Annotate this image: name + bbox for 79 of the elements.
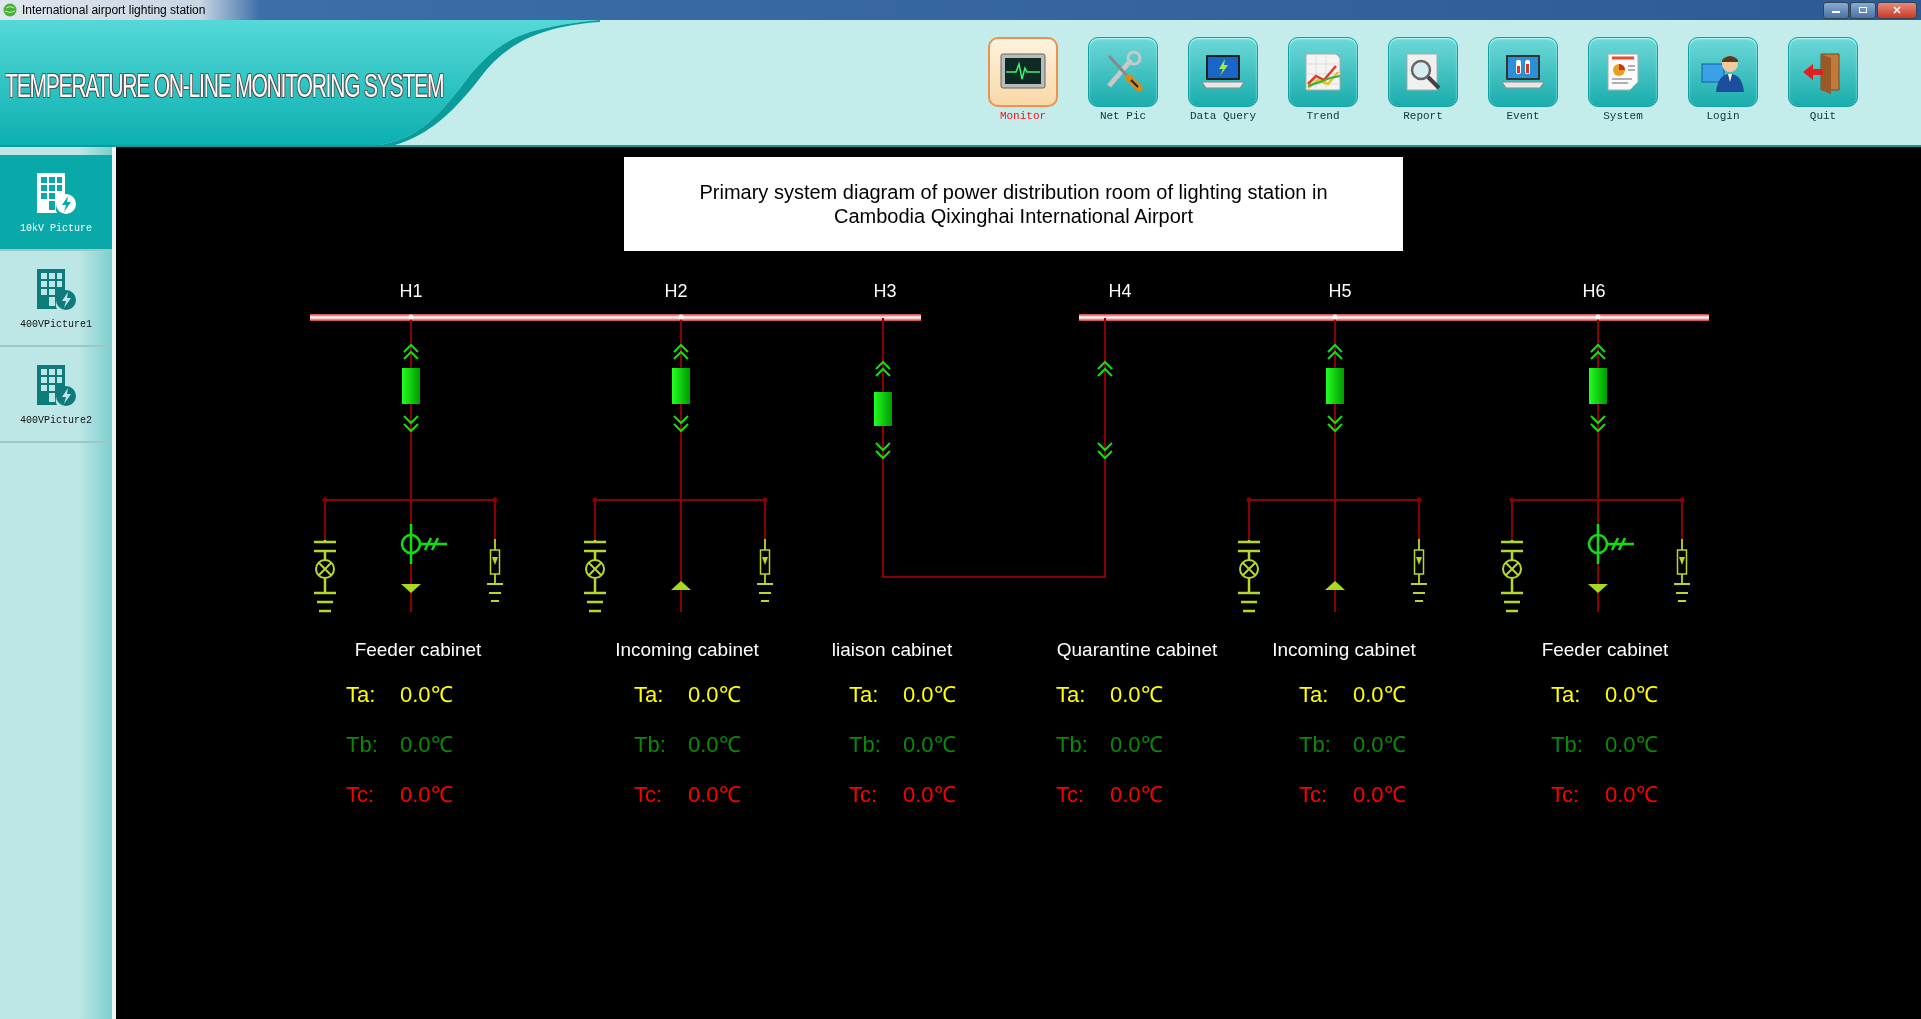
toolbar-label: System bbox=[1603, 110, 1643, 122]
bay-label: H1 bbox=[399, 281, 423, 301]
temperature-value: 0.0℃ bbox=[1110, 732, 1163, 757]
cabinet-name: Feeder cabinet bbox=[354, 639, 482, 660]
temperature-value: 0.0℃ bbox=[1605, 732, 1658, 757]
maximize-icon bbox=[1858, 6, 1868, 14]
building-bolt-icon bbox=[35, 362, 77, 407]
temperature-value: 0.0℃ bbox=[1605, 682, 1658, 707]
phase-label: Tc: bbox=[346, 782, 375, 807]
phase-label: Tb: bbox=[1056, 732, 1088, 757]
toolbar-label: Net Pic bbox=[1099, 110, 1147, 122]
building-bolt-icon bbox=[35, 170, 77, 215]
toolbar-label: Login bbox=[1706, 110, 1740, 122]
toolbar-button[interactable] bbox=[988, 37, 1058, 107]
phase-label: Tc: bbox=[1551, 782, 1580, 807]
sidebar-item[interactable]: 400VPicture1 bbox=[0, 251, 112, 347]
window-title: International airport lighting station bbox=[22, 3, 206, 17]
toolbar-label: Quit bbox=[1809, 110, 1837, 122]
temperature-value: 0.0℃ bbox=[903, 732, 956, 757]
heartbeat-monitor-icon bbox=[1000, 52, 1046, 92]
phase-label: Tb: bbox=[849, 732, 881, 757]
temperature-value: 0.0℃ bbox=[688, 682, 741, 707]
toolbar-label: Data Query bbox=[1190, 110, 1256, 122]
temperature-value: 0.0℃ bbox=[688, 732, 741, 757]
minimize-button[interactable] bbox=[1823, 1, 1849, 19]
toolbar-button[interactable] bbox=[1488, 37, 1558, 107]
phase-label: Ta: bbox=[1299, 682, 1329, 707]
toolbar-label: Report bbox=[1403, 110, 1443, 122]
temperature-value: 0.0℃ bbox=[400, 782, 453, 807]
phase-label: Tb: bbox=[634, 732, 666, 757]
temperature-value: 0.0℃ bbox=[1110, 682, 1163, 707]
phase-label: Ta: bbox=[849, 682, 879, 707]
globe-icon bbox=[3, 3, 17, 17]
temperature-value: 0.0℃ bbox=[1605, 782, 1658, 807]
phase-label: Ta: bbox=[346, 682, 376, 707]
cabinet-name: Incoming cabinet bbox=[1272, 639, 1416, 660]
cabinet-name: Incoming cabinet bbox=[615, 639, 759, 660]
temperature-value: 0.0℃ bbox=[1353, 782, 1406, 807]
phase-label: Tb: bbox=[346, 732, 378, 757]
close-button[interactable] bbox=[1877, 1, 1917, 19]
temperature-value: 0.0℃ bbox=[1110, 782, 1163, 807]
bay-label: H2 bbox=[664, 281, 688, 301]
phase-label: Ta: bbox=[1551, 682, 1581, 707]
cabinet-name: Quarantine cabinet bbox=[1056, 639, 1218, 660]
phase-label: Ta: bbox=[1056, 682, 1086, 707]
temperature-value: 0.0℃ bbox=[903, 782, 956, 807]
bay-label: H4 bbox=[1108, 281, 1132, 301]
phase-label: Tc: bbox=[1056, 782, 1085, 807]
laptop-thermometer-icon bbox=[1500, 52, 1546, 92]
temperature-value: 0.0℃ bbox=[1353, 682, 1406, 707]
toolbar-label: Trend bbox=[1306, 110, 1340, 122]
bay-label: H6 bbox=[1582, 281, 1606, 301]
bay-label: H5 bbox=[1328, 281, 1352, 301]
maximize-button[interactable] bbox=[1850, 1, 1876, 19]
temperature-value: 0.0℃ bbox=[400, 732, 453, 757]
close-icon bbox=[1892, 6, 1902, 14]
temperature-value: 0.0℃ bbox=[400, 682, 453, 707]
trend-chart-icon bbox=[1302, 50, 1344, 94]
building-bolt-icon bbox=[35, 266, 77, 311]
temperature-value: 0.0℃ bbox=[688, 782, 741, 807]
bay-label: H3 bbox=[873, 281, 897, 301]
phase-label: Tc: bbox=[1299, 782, 1328, 807]
diagram-title: Primary system diagram of power distribution room of lighting station in Cambodia Qixinghai International Airport bbox=[624, 157, 1403, 251]
app-title: TEMPERATURE ON-LINE MONITORING SYSTEM bbox=[5, 65, 444, 105]
toolbar-label: Monitor bbox=[999, 110, 1047, 122]
toolbar-button[interactable] bbox=[1188, 37, 1258, 107]
sidebar-item[interactable]: 400VPicture2 bbox=[0, 347, 112, 443]
cabinet-name: liaison cabinet bbox=[831, 639, 953, 660]
cabinet-name: Feeder cabinet bbox=[1541, 639, 1669, 660]
temperature-value: 0.0℃ bbox=[903, 682, 956, 707]
laptop-bolt-icon bbox=[1200, 52, 1246, 92]
toolbar-button[interactable] bbox=[1688, 37, 1758, 107]
toolbar-label: Event bbox=[1506, 110, 1540, 122]
phase-label: Tc: bbox=[634, 782, 663, 807]
phase-label: Ta: bbox=[634, 682, 664, 707]
phase-label: Tc: bbox=[849, 782, 878, 807]
phase-label: Tb: bbox=[1299, 732, 1331, 757]
temperature-value: 0.0℃ bbox=[1353, 732, 1406, 757]
phase-label: Tb: bbox=[1551, 732, 1583, 757]
